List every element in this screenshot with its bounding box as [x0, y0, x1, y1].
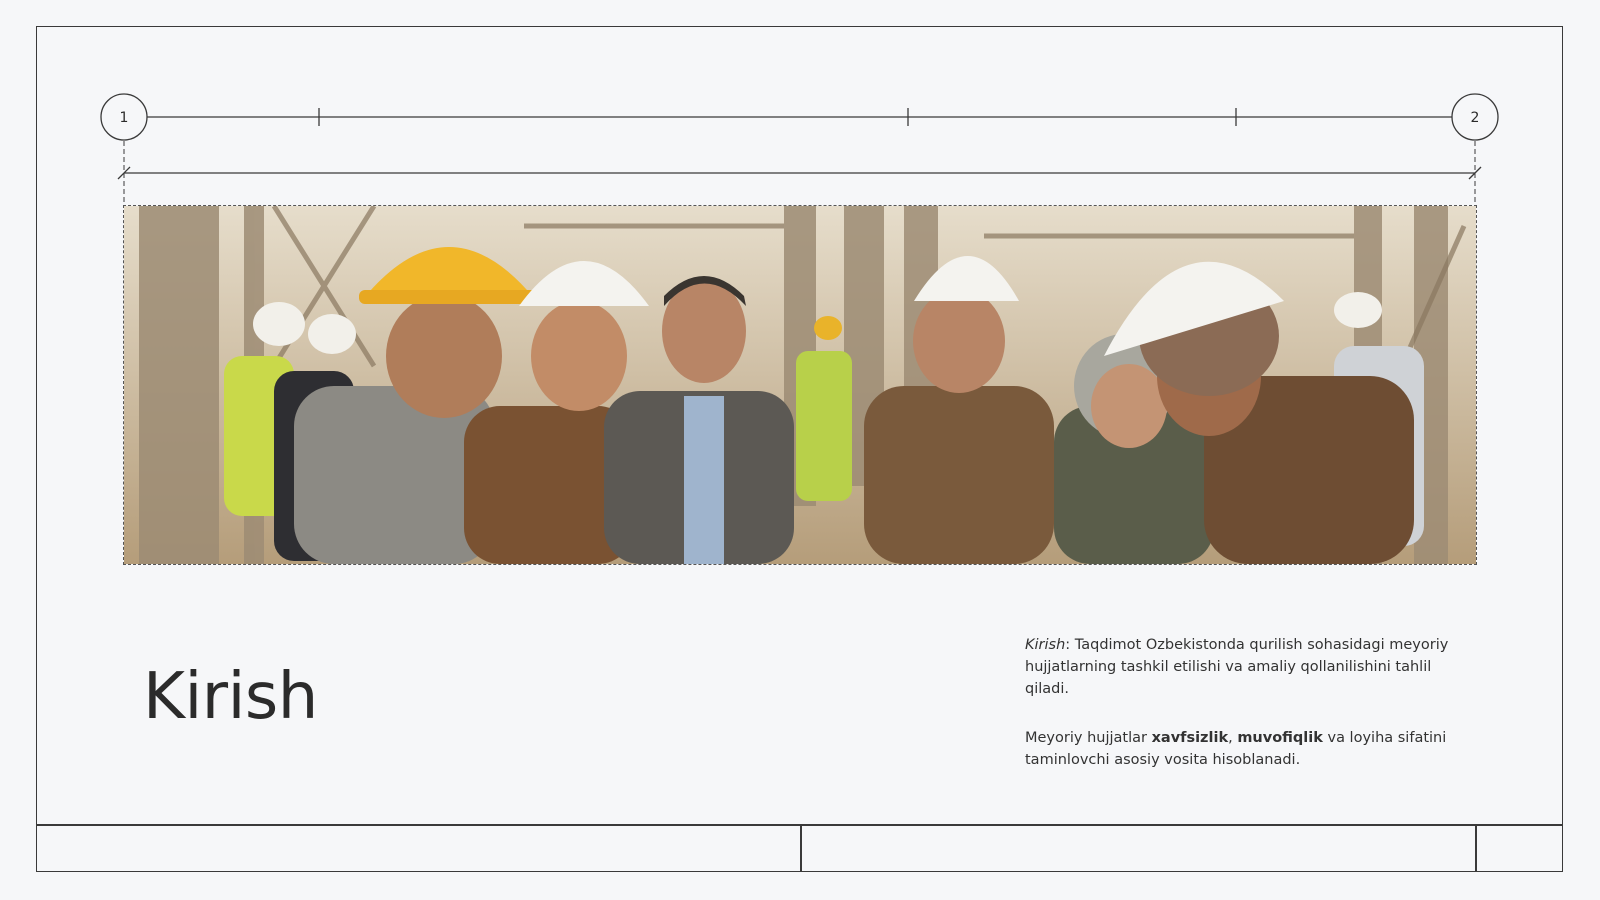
- slide-title: Kirish: [143, 660, 318, 734]
- title-block-divider: [1475, 824, 1477, 872]
- keyword-xavfsizlik: xavfsizlik: [1151, 730, 1229, 746]
- intro-term: Kirish: [1025, 637, 1066, 653]
- keyword-muvofiqlik: muvofiqlik: [1237, 730, 1323, 746]
- purpose-paragraph: Meyoriy hujjatlar xavfsizlik, muvofiqlik…: [1025, 727, 1470, 771]
- construction-workers-photo: [124, 206, 1476, 564]
- intro-paragraph: Kirish: Taqdimot Ozbekistonda qurilish s…: [1025, 634, 1470, 700]
- purpose-separator: ,: [1228, 730, 1238, 746]
- intro-text: : Taqdimot Ozbekistonda qurilish sohasid…: [1025, 637, 1449, 697]
- grid-marker-1: 1: [100, 93, 148, 141]
- slide-body: Kirish: Taqdimot Ozbekistonda qurilish s…: [1025, 634, 1470, 798]
- purpose-text-start: Meyoriy hujjatlar: [1025, 730, 1152, 746]
- grid-marker-2: 2: [1451, 93, 1499, 141]
- grid-marker-2-label: 2: [1471, 110, 1480, 126]
- photo-illustration: [124, 206, 1476, 564]
- title-block-divider: [800, 824, 802, 872]
- grid-marker-1-label: 1: [120, 110, 129, 126]
